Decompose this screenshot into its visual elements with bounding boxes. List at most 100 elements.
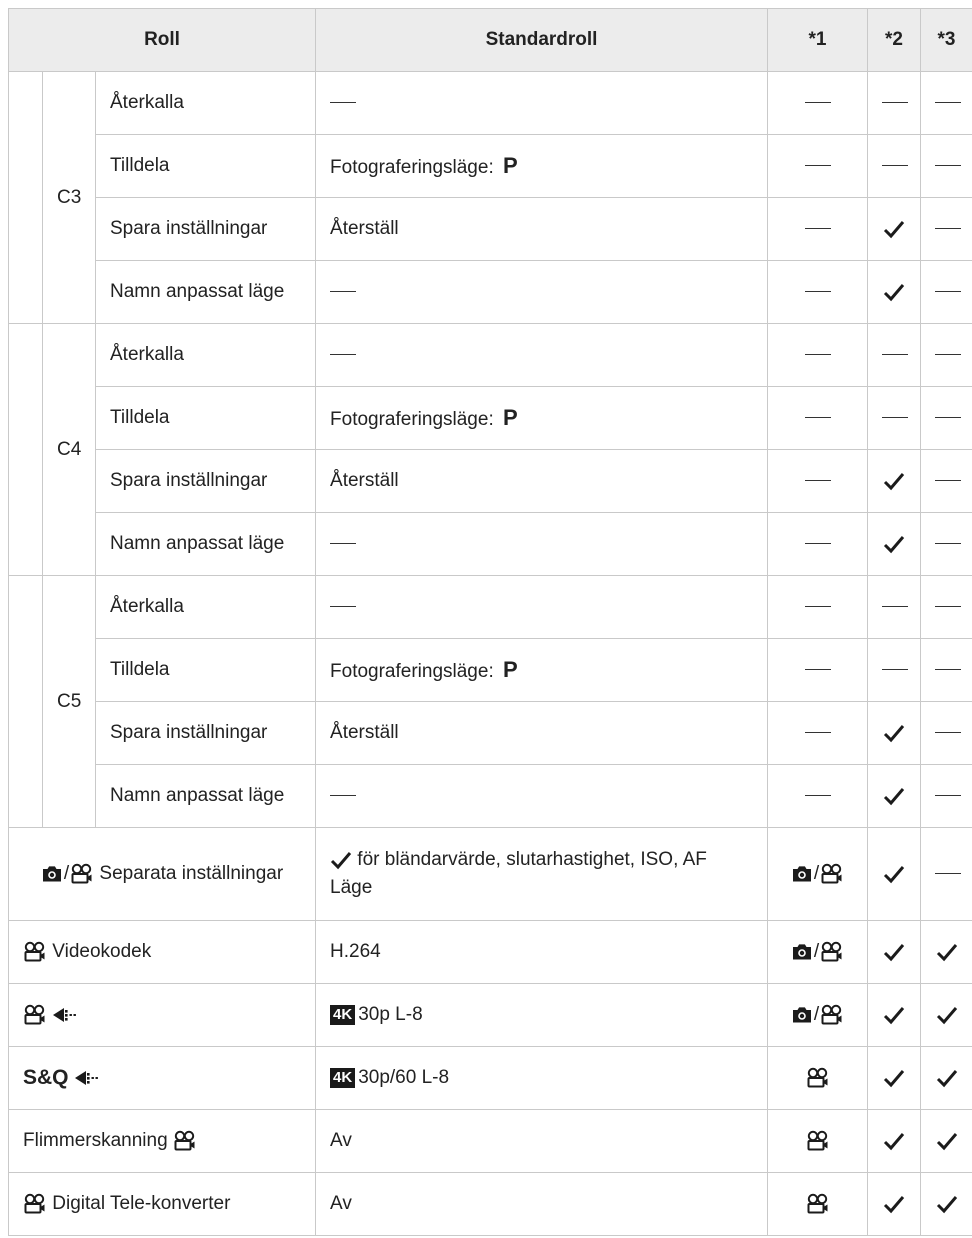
table-row: 4K 30p L-8 / — [7, 983, 972, 1047]
setting-label: Återkalla — [94, 323, 317, 387]
settings-table: Roll Standardroll *1 *2 *3 C3 Återkalla Ti… — [7, 8, 972, 1236]
dash-mark — [330, 543, 357, 545]
note-3-cell — [920, 197, 972, 261]
dash-mark — [804, 669, 831, 671]
default-value: för bländarvärde, slutarhastighet, ISO, … — [330, 849, 707, 898]
setting-default — [315, 575, 769, 639]
dash-mark — [804, 795, 831, 797]
note-2-cell — [867, 512, 922, 576]
check-icon — [883, 1007, 905, 1025]
note-1-cell — [767, 323, 869, 387]
slash-separator: / — [813, 941, 820, 962]
group-name: C5 — [42, 575, 96, 828]
setting-label: Tilldela — [94, 638, 317, 702]
note-2-cell — [867, 701, 922, 765]
check-icon — [883, 473, 905, 491]
dash-mark — [935, 873, 962, 875]
note-2-cell — [867, 1109, 922, 1173]
note-2-cell — [867, 1046, 922, 1110]
dash-mark — [882, 102, 909, 104]
default-value: H.264 — [330, 941, 381, 962]
dash-mark — [330, 291, 357, 293]
setting-label-cell: S&Q — [7, 1046, 317, 1110]
note-2-cell — [867, 575, 922, 639]
note-2-cell — [867, 386, 922, 450]
note-1-cell — [767, 71, 869, 135]
default-value: Fotograferingsläge: — [330, 661, 500, 682]
dash-mark — [935, 102, 962, 104]
dash-mark — [804, 732, 831, 734]
setting-label: Digital Tele-konverter — [52, 1192, 231, 1214]
setting-default: Fotograferingsläge: P — [315, 638, 769, 702]
setting-default — [315, 260, 769, 324]
note-2-cell — [867, 197, 922, 261]
check-icon — [883, 944, 905, 962]
setting-label: Återkalla — [94, 575, 317, 639]
note-1-cell — [767, 1046, 869, 1110]
check-icon — [883, 1196, 905, 1214]
note-2-cell — [867, 827, 922, 921]
note-1-cell — [767, 638, 869, 702]
note-1-cell — [767, 701, 869, 765]
header-roll: Roll — [7, 8, 317, 72]
group-name: C4 — [42, 323, 96, 576]
quality-icon — [53, 1007, 77, 1022]
check-icon — [883, 1070, 905, 1088]
setting-default — [315, 71, 769, 135]
setting-default: 4K 30p L-8 — [315, 983, 769, 1047]
setting-default: Fotograferingsläge: P — [315, 386, 769, 450]
default-value: Fotograferingsläge: — [330, 157, 500, 178]
note-1-cell — [767, 449, 869, 513]
note-3-cell — [920, 638, 972, 702]
default-value: Av — [330, 1130, 352, 1151]
dash-mark — [330, 102, 357, 104]
dash-mark — [882, 669, 909, 671]
check-icon — [883, 866, 905, 884]
table-row: Namn anpassat läge — [9, 512, 972, 576]
header-note-2: *2 — [867, 8, 922, 72]
default-value: Återställ — [330, 470, 399, 491]
table-row: Tilldela Fotograferingsläge: P — [9, 134, 972, 198]
video-icon — [807, 1193, 828, 1214]
check-icon — [883, 788, 905, 806]
dash-mark — [935, 606, 962, 608]
note-1-cell — [767, 575, 869, 639]
header-note-1: *1 — [767, 8, 869, 72]
setting-label: Spara inställningar — [94, 197, 317, 261]
dash-mark — [804, 543, 831, 545]
video-icon — [24, 1193, 45, 1214]
note-2-cell — [867, 983, 922, 1047]
note-3-cell — [920, 260, 972, 324]
dash-mark — [935, 354, 962, 356]
setting-label: Namn anpassat läge — [94, 260, 317, 324]
note-1-cell: / — [767, 920, 869, 984]
table-row: C3 Återkalla — [8, 71, 972, 324]
check-icon — [883, 221, 905, 239]
setting-label: Återkalla — [94, 71, 317, 135]
video-icon — [71, 863, 92, 884]
setting-label: Videokodek — [52, 940, 152, 962]
header-standard: Standardroll — [315, 8, 769, 72]
setting-default: Av — [315, 1172, 769, 1236]
note-3-cell — [920, 386, 972, 450]
table-row: Videokodek H.264 / — [7, 920, 972, 984]
check-icon — [936, 1007, 957, 1025]
setting-default: 4K 30p/60 L-8 — [315, 1046, 769, 1110]
note-2-cell — [867, 764, 922, 828]
note-2-cell — [867, 638, 922, 702]
note-3-cell — [920, 71, 972, 135]
check-icon — [883, 284, 905, 302]
check-icon — [936, 1196, 957, 1214]
slash-separator: / — [813, 1004, 820, 1025]
note-1-cell — [767, 764, 869, 828]
note-3-cell — [920, 1109, 972, 1173]
note-3-cell — [920, 449, 972, 513]
dash-mark — [882, 417, 909, 419]
dash-mark — [804, 291, 831, 293]
setting-default — [315, 323, 769, 387]
setting-default — [315, 512, 769, 576]
table-row: Flimmerskanning Av — [7, 1109, 972, 1173]
camera-icon — [792, 1007, 811, 1023]
note-2-cell — [867, 260, 922, 324]
mode-p-label: P — [503, 153, 518, 178]
